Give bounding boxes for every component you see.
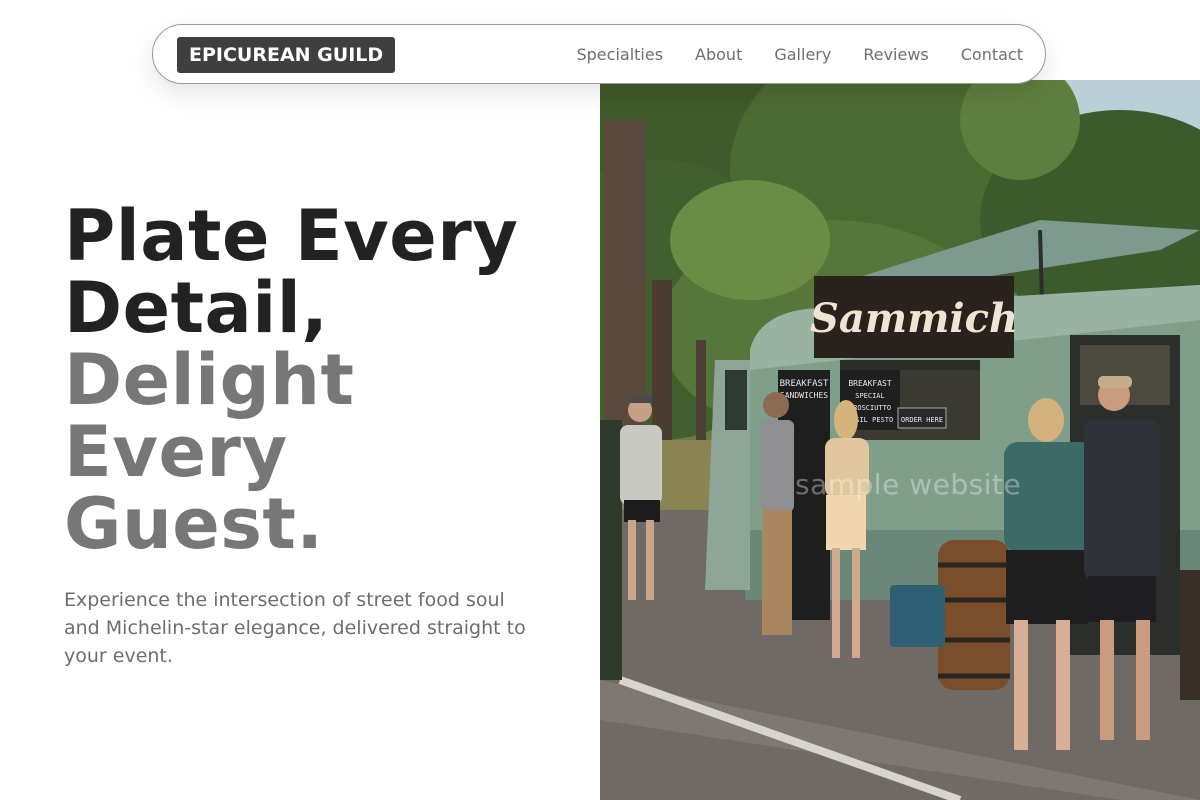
headline-line-5: Guest. [64,483,324,565]
nav-links: Specialties About Gallery Reviews Contac… [576,25,1023,83]
nav-link-reviews[interactable]: Reviews [863,45,928,64]
headline-line-1: Plate Every [64,195,519,277]
landing-page: Sammich BREAKFAST SANDWICHES BREAKFAST S… [0,0,1200,800]
nav-link-specialties[interactable]: Specialties [576,45,663,64]
nav-link-gallery[interactable]: Gallery [774,45,831,64]
headline-line-4: Every [64,411,288,493]
hero-image: Sammich BREAKFAST SANDWICHES BREAKFAST S… [600,80,1200,800]
svg-text:BREAKFAST: BREAKFAST [780,379,829,389]
nav-link-about[interactable]: About [695,45,742,64]
headline-line-3: Delight [64,339,355,421]
hero-subtext: Experience the intersection of street fo… [64,589,526,667]
svg-text:Sammich: Sammich [810,295,1018,342]
svg-text:ORDER HERE: ORDER HERE [901,416,943,424]
top-navigation: EPICUREAN GUILD Specialties About Galler… [152,24,1046,84]
brand-logo[interactable]: EPICUREAN GUILD [177,37,396,73]
headline-line-2: Detail, [64,267,329,349]
svg-text:BREAKFAST: BREAKFAST [848,379,892,388]
svg-text:SPECIAL: SPECIAL [855,392,885,400]
hero-headline: Plate Every Detail, Delight Every Guest. [64,200,518,560]
nav-link-contact[interactable]: Contact [961,45,1023,64]
